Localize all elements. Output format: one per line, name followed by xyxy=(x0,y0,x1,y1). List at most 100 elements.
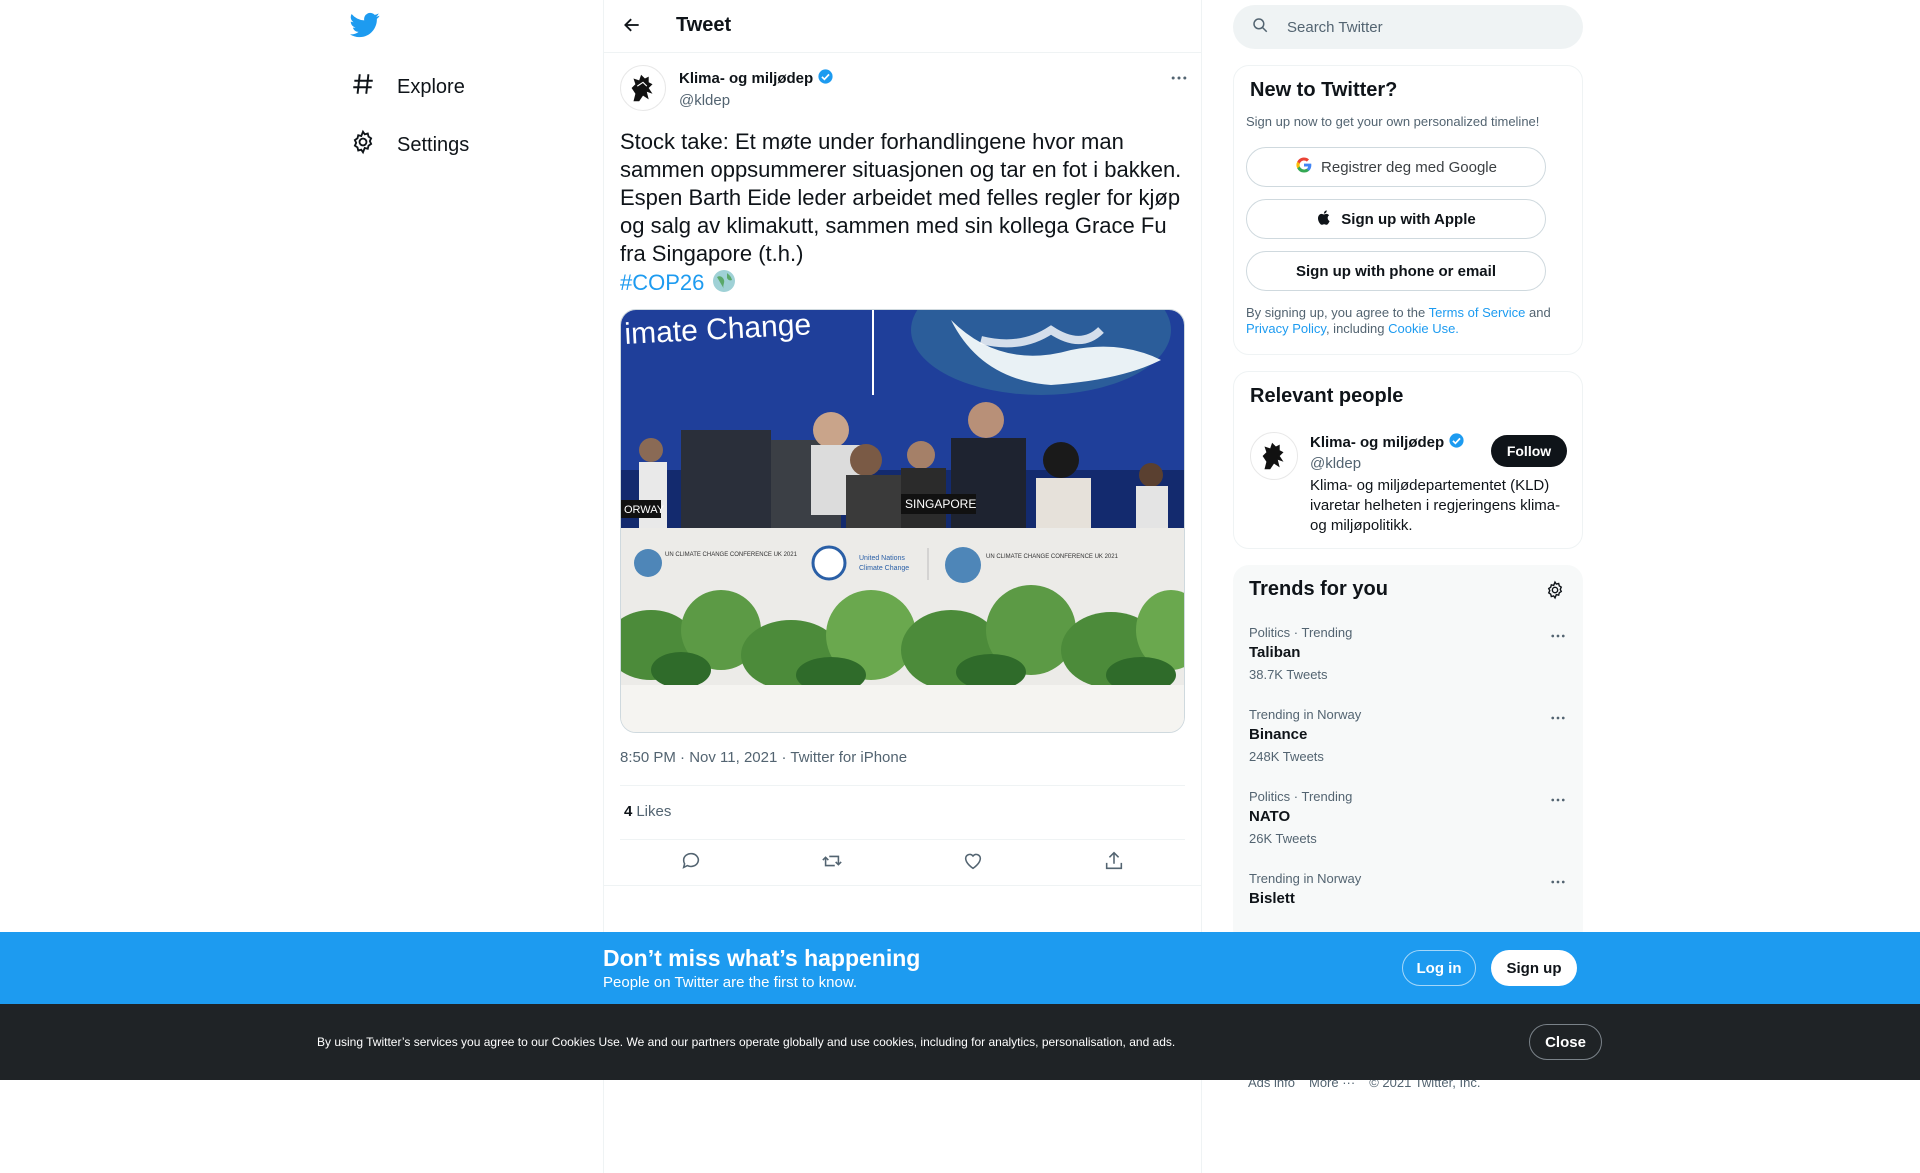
google-g-icon xyxy=(1295,156,1313,178)
avatar[interactable] xyxy=(1250,432,1298,480)
cookie-banner: By using Twitter’s services you agree to… xyxy=(0,1004,1920,1080)
card-title: Relevant people xyxy=(1250,385,1404,407)
cop26-photo: ORWAY SINGAPORE imate Change UN CLIMATE … xyxy=(621,310,1184,732)
author-handle: @kldep xyxy=(679,92,731,109)
likes-stat[interactable]: 4 Likes xyxy=(624,803,671,820)
terms-link[interactable]: Terms of Service xyxy=(1429,305,1526,320)
nav-settings[interactable]: Settings xyxy=(350,120,469,170)
logo-center-line2: Climate Change xyxy=(859,565,909,572)
page-title: Tweet xyxy=(676,14,732,36)
privacy-link[interactable]: Privacy Policy xyxy=(1246,321,1326,336)
banner-subtitle: People on Twitter are the first to know. xyxy=(603,974,858,991)
legal-including: , including xyxy=(1325,321,1389,336)
verified-badge-icon xyxy=(1448,432,1465,453)
person-name: Klima- og miljødep xyxy=(1310,432,1465,453)
logo-right-text: UN CLIMATE CHANGE CONFERENCE UK 2021 xyxy=(986,554,1119,560)
google-signup-button[interactable]: Registrer deg med Google xyxy=(1246,147,1546,187)
tweet-timestamp[interactable]: 8:50 PM · Nov 11, 2021 · Twitter for iPh… xyxy=(620,749,907,766)
more-options-icon[interactable] xyxy=(1549,791,1569,811)
trend-name: Binance xyxy=(1249,726,1308,743)
apple-icon xyxy=(1316,209,1333,230)
legal-and: and xyxy=(1525,305,1551,320)
likes-count: 4 xyxy=(624,803,633,820)
apple-signup-button[interactable]: Sign up with Apple xyxy=(1246,199,1546,239)
person-name-text: Klima- og miljødep xyxy=(1310,434,1445,451)
signup-button[interactable]: Sign up xyxy=(1491,950,1577,986)
more-options-icon[interactable] xyxy=(1549,873,1569,893)
trend-context: Trending in Norway xyxy=(1249,707,1362,722)
globe-emoji-icon xyxy=(711,268,737,301)
phone-signup-label: Sign up with phone or email xyxy=(1295,262,1496,280)
avatar[interactable] xyxy=(620,65,666,111)
trend-name: NATO xyxy=(1249,808,1291,825)
author-block[interactable]: Klima- og miljødep @kldep xyxy=(679,68,834,109)
nameplate-center: SINGAPORE xyxy=(905,497,976,511)
trend-item[interactable]: Trending in Norway Binance 248K Tweets xyxy=(1249,707,1569,764)
more-options-icon[interactable] xyxy=(1549,709,1569,729)
trend-context: Politics · Trending xyxy=(1249,625,1353,640)
search-input[interactable]: Search Twitter xyxy=(1233,5,1583,49)
phone-signup-button[interactable]: Sign up with phone or email xyxy=(1246,251,1546,291)
trend-item[interactable]: Politics · Trending NATO 26K Tweets xyxy=(1249,789,1569,846)
trend-name: Bislett xyxy=(1249,890,1295,907)
divider xyxy=(604,885,1201,886)
likes-label: Likes xyxy=(636,803,672,820)
verified-badge-icon xyxy=(817,68,834,89)
gear-icon[interactable] xyxy=(1545,580,1565,605)
cookie-link[interactable]: Cookie Use. xyxy=(1388,321,1459,336)
nav-settings-label: Settings xyxy=(397,133,470,156)
trend-count: 26K Tweets xyxy=(1249,831,1317,846)
legal-text: By signing up, you agree to the Terms of… xyxy=(1246,305,1566,337)
logo-left-text: UN CLIMATE CHANGE CONFERENCE UK 2021 xyxy=(665,552,798,558)
trend-count: 38.7K Tweets xyxy=(1249,667,1328,682)
trend-item[interactable]: Trending in Norway Bislett xyxy=(1249,871,1569,907)
hashtag-link[interactable]: #COP26 xyxy=(620,270,704,295)
hashtag-icon xyxy=(350,71,376,103)
person-bio: Klima- og miljødepartementet (KLD) ivare… xyxy=(1310,477,1561,534)
nameplate-left: ORWAY xyxy=(624,504,665,516)
more-options-icon[interactable] xyxy=(1169,68,1189,93)
banner-title: Don’t miss what’s happening xyxy=(603,945,921,971)
author-name-text: Klima- og miljødep xyxy=(679,70,814,87)
person-info[interactable]: Klima- og miljødep @kldep xyxy=(1310,432,1465,472)
apple-signup-label: Sign up with Apple xyxy=(1341,210,1476,228)
divider xyxy=(620,785,1185,786)
relevant-people-card: Relevant people Klima- og miljødep @klde… xyxy=(1233,371,1583,549)
new-to-twitter-card: New to Twitter? Sign up now to get your … xyxy=(1233,65,1583,355)
nav-explore-label: Explore xyxy=(397,75,465,98)
trend-name: Taliban xyxy=(1249,644,1301,661)
share-icon[interactable] xyxy=(1103,850,1125,877)
lion-crest-icon xyxy=(631,74,653,102)
card-subtitle: Sign up now to get your own personalized… xyxy=(1246,114,1540,129)
signup-banner: Don’t miss what’s happening People on Tw… xyxy=(0,932,1920,1004)
follow-button[interactable]: Follow xyxy=(1491,435,1567,467)
login-button[interactable]: Log in xyxy=(1402,950,1476,986)
retweet-icon[interactable] xyxy=(821,850,843,877)
author-name[interactable]: Klima- og miljødep xyxy=(679,68,834,89)
arrow-left-icon xyxy=(622,15,642,40)
nav-explore[interactable]: Explore xyxy=(350,62,465,112)
trend-context: Politics · Trending xyxy=(1249,789,1353,804)
trends-card: Trends for you Politics · Trending Talib… xyxy=(1233,565,1583,945)
like-icon[interactable] xyxy=(962,850,984,877)
card-title: New to Twitter? xyxy=(1250,79,1398,101)
google-signup-label: Registrer deg med Google xyxy=(1321,158,1497,176)
tweet-actions xyxy=(620,845,1185,881)
reply-icon[interactable] xyxy=(680,850,702,877)
search-placeholder: Search Twitter xyxy=(1287,18,1383,36)
tweet-text: Stock take: Et møte under forhandlingene… xyxy=(620,128,1182,301)
back-button[interactable] xyxy=(617,12,647,42)
cookie-text: By using Twitter’s services you agree to… xyxy=(317,1035,1176,1049)
person-handle: @kldep xyxy=(1310,455,1362,472)
trend-item[interactable]: Politics · Trending Taliban 38.7K Tweets xyxy=(1249,625,1569,682)
divider xyxy=(620,839,1185,840)
tweet-photo[interactable]: ORWAY SINGAPORE imate Change UN CLIMATE … xyxy=(620,309,1185,733)
trend-context: Trending in Norway xyxy=(1249,871,1362,886)
search-icon xyxy=(1251,16,1269,38)
twitter-bird-icon[interactable] xyxy=(350,10,384,44)
close-button[interactable]: Close xyxy=(1529,1024,1602,1060)
more-options-icon[interactable] xyxy=(1549,627,1569,647)
trend-count: 248K Tweets xyxy=(1249,749,1324,764)
tweet-header: Tweet xyxy=(604,0,1201,53)
logo-center-line1: United Nations xyxy=(859,555,905,562)
